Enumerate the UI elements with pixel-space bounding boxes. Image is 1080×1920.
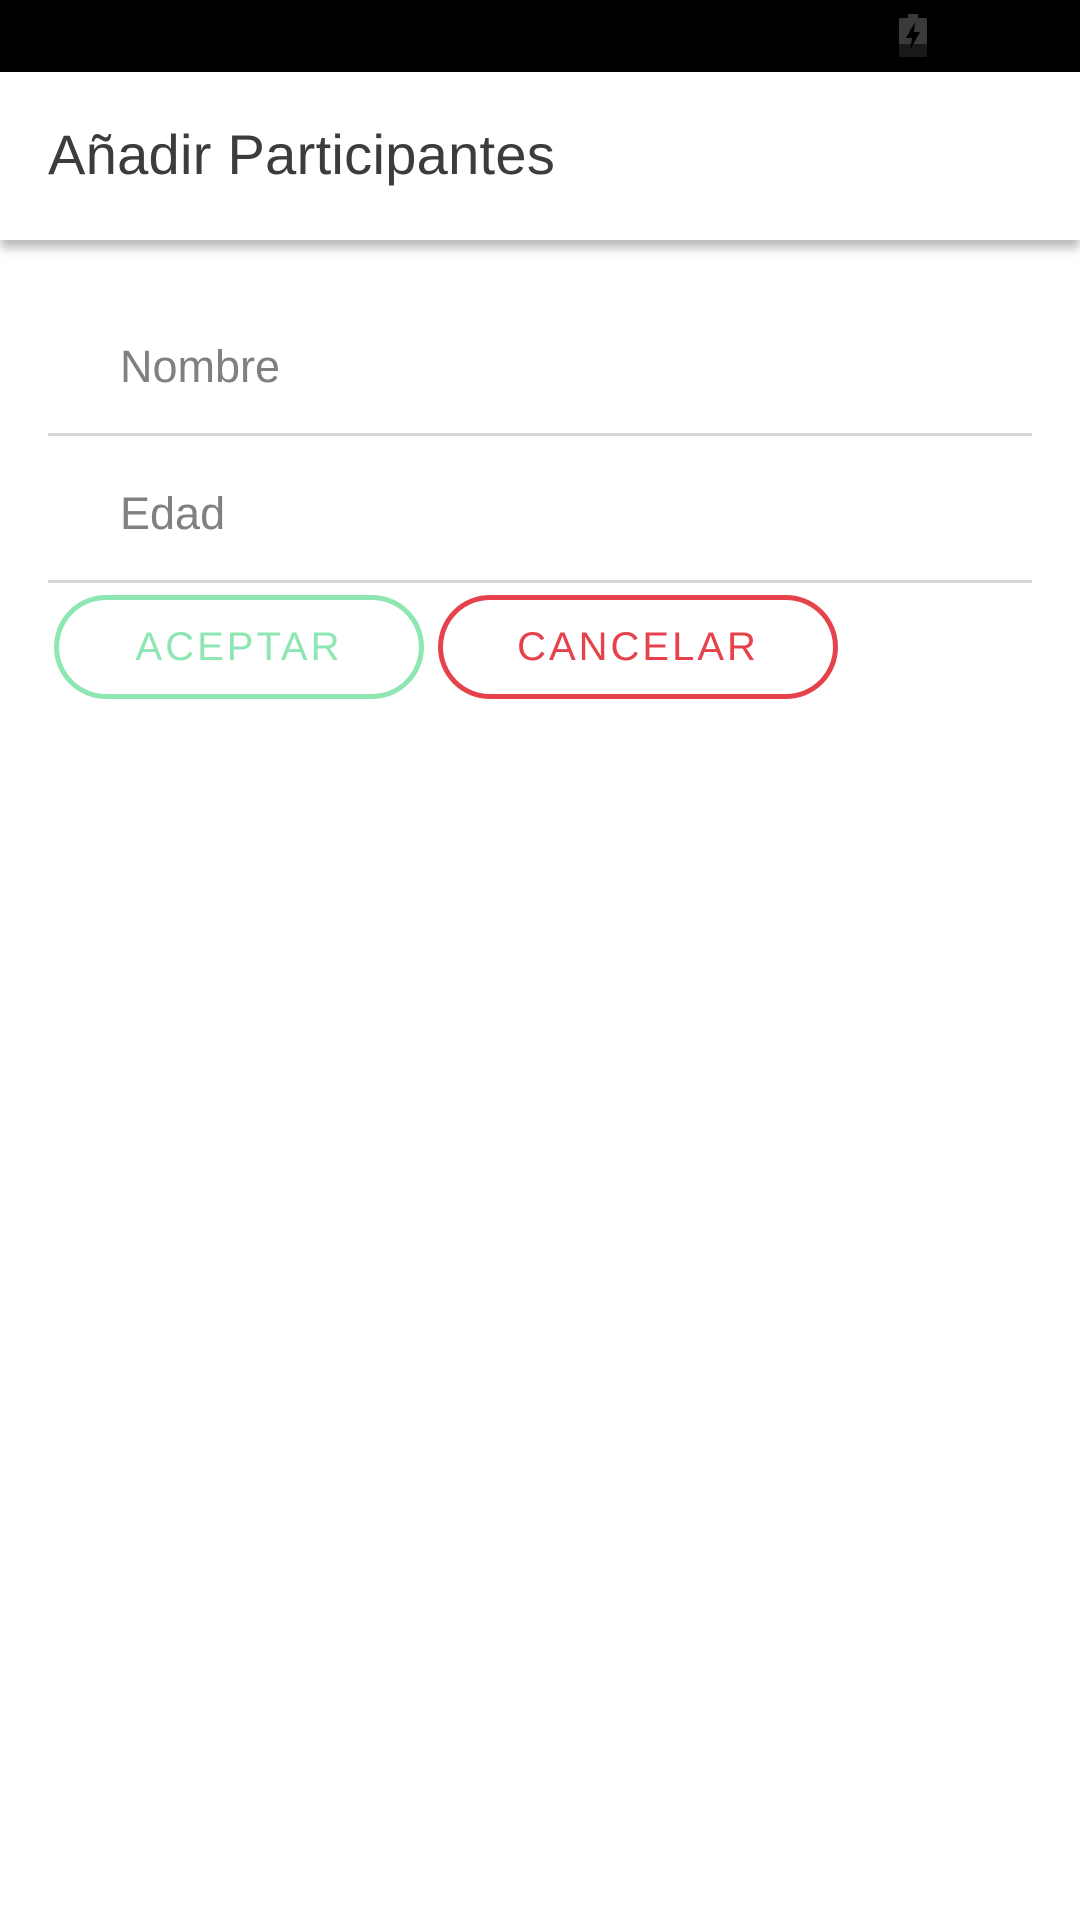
cancel-button[interactable]: CANCELAR xyxy=(438,595,838,699)
accept-button-label: ACEPTAR xyxy=(135,624,343,669)
name-field[interactable] xyxy=(48,313,1032,436)
age-input[interactable] xyxy=(120,488,1000,540)
accept-button[interactable]: ACEPTAR xyxy=(54,595,424,699)
battery-charging-icon xyxy=(898,14,928,58)
name-input[interactable] xyxy=(120,341,1000,393)
age-field[interactable] xyxy=(48,460,1032,583)
app-bar: Añadir Participantes xyxy=(0,72,1080,240)
status-bar xyxy=(0,0,1080,72)
page-title: Añadir Participantes xyxy=(48,123,556,186)
cancel-button-label: CANCELAR xyxy=(517,624,759,669)
